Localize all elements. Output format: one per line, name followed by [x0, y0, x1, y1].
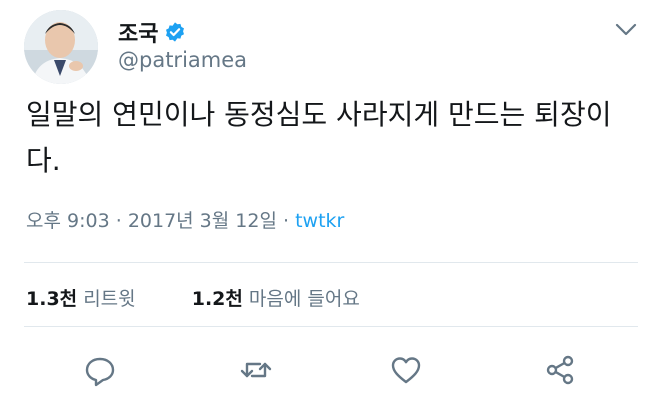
avatar-image [24, 10, 98, 84]
meta-separator: · [283, 210, 290, 232]
tweet-text: 일말의 연민이나 동정심도 사라지게 만드는 퇴장이다. [26, 98, 612, 177]
tweet-stats: 1.3천 리트윗 1.2천 마음에 들어요 [26, 284, 360, 311]
retweets-label: 리트윗 [83, 288, 136, 310]
verified-badge-icon [164, 21, 186, 43]
avatar[interactable] [24, 10, 98, 84]
reply-icon[interactable] [82, 352, 118, 388]
likes-stat[interactable]: 1.2천 마음에 들어요 [192, 288, 360, 310]
action-bar [0, 352, 660, 396]
user-handle[interactable]: @patriamea [118, 48, 247, 72]
retweets-stat[interactable]: 1.3천 리트윗 [26, 288, 142, 310]
tweet-time[interactable]: 오후 9:03 [26, 210, 110, 232]
likes-label: 마음에 들어요 [248, 288, 360, 310]
name-row: 조국 [118, 16, 186, 48]
likes-count: 1.2천 [191, 288, 243, 310]
retweet-icon[interactable] [238, 352, 274, 388]
share-icon[interactable] [542, 352, 578, 388]
divider [24, 326, 638, 327]
display-name[interactable]: 조국 [118, 16, 158, 48]
chevron-down-icon[interactable] [614, 20, 638, 40]
divider [24, 262, 638, 263]
tweet-meta: 오후 9:03 · 2017년 3월 12일 · twtkr [26, 206, 344, 233]
tweet-header: 조국 @patriamea [0, 0, 660, 86]
tweet-date[interactable]: 2017년 3월 12일 [128, 210, 277, 232]
meta-separator: · [115, 210, 122, 232]
heart-icon[interactable] [388, 352, 424, 388]
tweet-source-link[interactable]: twtkr [295, 210, 344, 232]
retweets-count: 1.3천 [26, 288, 78, 310]
